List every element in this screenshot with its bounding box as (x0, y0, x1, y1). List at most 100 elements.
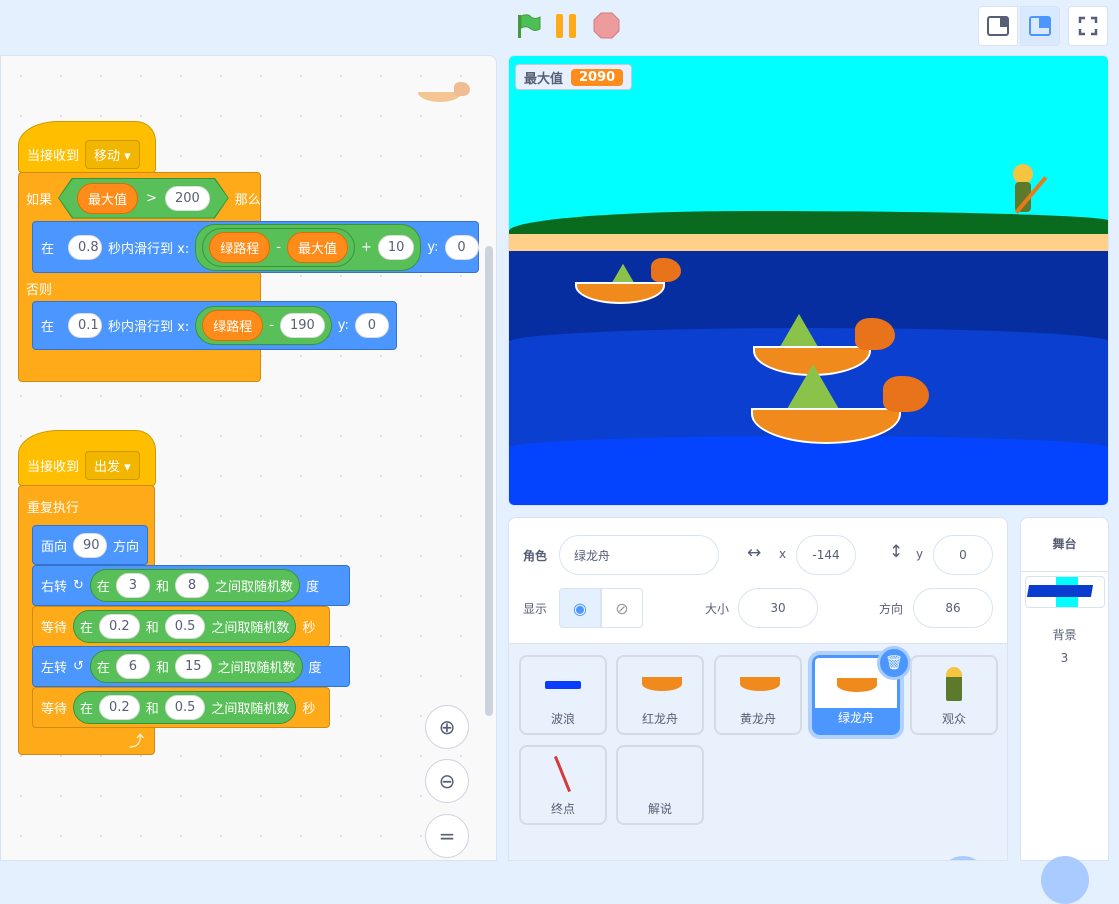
add-backdrop-button[interactable] (1041, 856, 1089, 904)
when-receive-hat-block[interactable]: 当接收到 移动 ▾ (18, 121, 156, 173)
x-input[interactable]: -144 (796, 535, 856, 575)
and-label: 和 (145, 702, 159, 717)
number-input[interactable]: 8 (174, 573, 209, 598)
loop-arrow-icon: ⤴ (129, 732, 145, 750)
seconds-input[interactable]: 0.1 (68, 313, 103, 338)
small-stage-button[interactable] (978, 6, 1018, 46)
stage-selector[interactable]: 舞台 背景 3 (1020, 517, 1109, 904)
zoom-out-button[interactable]: ⊖ (425, 759, 469, 803)
direction-input[interactable]: 86 (913, 588, 993, 628)
sprite-tile-red-boat[interactable]: 红龙舟 (616, 655, 704, 735)
variable-reporter[interactable]: 最大值 (77, 183, 138, 214)
sprite-pane: 角色 绿龙舟 ↔ x -144 ↕ y 0 显示 ◉ ⊘ 大小 30 方向 86… (508, 517, 1008, 861)
number-input[interactable]: 10 (377, 234, 415, 260)
sprite-tile-yellow-boat[interactable]: 黄龙舟 (714, 655, 802, 735)
sprite-tile-finish[interactable]: 终点 (519, 745, 607, 825)
seconds-input[interactable]: 0.8 (68, 234, 103, 260)
fullscreen-button[interactable] (1068, 6, 1108, 46)
sprite-info: 角色 绿龙舟 ↔ x -144 ↕ y 0 显示 ◉ ⊘ 大小 30 方向 86 (509, 518, 1007, 644)
number-input[interactable]: 200 (165, 186, 210, 211)
pause-button[interactable] (554, 13, 580, 39)
sprite-tile-spectator[interactable]: 观众 (910, 655, 998, 735)
unit-label: 度 (308, 661, 322, 676)
glide-block[interactable]: 在 0.8 秒内滑行到 x: 绿路程 - 最大值 + 10 y: 0 (32, 221, 479, 273)
y-input[interactable]: 0 (354, 313, 389, 338)
greater-than-operator[interactable]: 最大值 > 200 (58, 178, 229, 219)
glide-at-label: 在 (41, 320, 55, 335)
show-hidden-button[interactable]: ⊘ (601, 588, 643, 628)
number-input[interactable]: 0.2 (99, 614, 140, 639)
backdrops-label: 背景 (1052, 628, 1077, 642)
sprite-tile-commentary[interactable]: 解说 (616, 745, 704, 825)
number-input[interactable]: 3 (115, 573, 150, 598)
variable-reporter[interactable]: 绿路程 (202, 310, 264, 341)
zoom-in-button[interactable]: ⊕ (425, 705, 469, 749)
subtract-operator[interactable]: 绿路程 - 最大值 (202, 227, 355, 267)
add-operator[interactable]: 绿路程 - 最大值 + 10 (195, 223, 422, 271)
if-label: 如果 (26, 192, 53, 208)
zoom-reset-button[interactable]: = (425, 814, 469, 858)
glide-block[interactable]: 在 0.1 秒内滑行到 x: 绿路程 - 190 y: 0 (32, 301, 397, 350)
direction-input[interactable]: 90 (73, 532, 108, 558)
stop-button[interactable] (593, 12, 620, 39)
number-input[interactable]: 6 (115, 654, 150, 679)
x-value: -144 (812, 548, 840, 562)
then-label: 那么 (234, 192, 261, 208)
subtract-operator[interactable]: 绿路程 - 190 (195, 306, 332, 345)
wait-label: 等待 (41, 621, 68, 636)
add-sprite-button[interactable] (939, 856, 987, 860)
variable-monitor[interactable]: 最大值 2090 (515, 64, 633, 90)
wait-block[interactable]: 等待 在 0.2 和 0.5 之间取随机数 秒 (32, 687, 330, 728)
y-input[interactable]: 0 (444, 234, 479, 260)
sprite-watermark (414, 80, 472, 108)
sprite-tile-name: 终点 (550, 802, 575, 816)
show-visible-button[interactable]: ◉ (559, 588, 601, 628)
green-flag-button[interactable] (514, 12, 542, 40)
stage-canvas[interactable]: 最大值 2090 (508, 55, 1109, 506)
number-input[interactable]: 0.2 (99, 695, 140, 720)
point-direction-block[interactable]: 面向 90 方向 (32, 525, 148, 565)
number-input[interactable]: 190 (279, 313, 325, 338)
y-input[interactable]: 0 (933, 535, 993, 575)
sprite-tile-green-boat[interactable]: 绿龙舟 🗑 (812, 646, 911, 735)
sprite-tile-wave[interactable]: 波浪 (519, 655, 607, 735)
when-receive-hat-block[interactable]: 当接收到 出发 ▾ (18, 430, 156, 486)
message-dropdown[interactable]: 移动 ▾ (85, 139, 140, 169)
number-input[interactable]: 15 (174, 654, 212, 679)
and-label: 和 (145, 621, 159, 636)
spectator-sprite (1005, 162, 1048, 218)
wait-label: 等待 (41, 702, 68, 717)
code-workspace[interactable]: 当接收到 移动 ▾ 如果 最大值 > 200 那么 在 0.8 秒内滑行到 x:… (0, 55, 497, 861)
normal-stage-button[interactable] (1020, 6, 1060, 46)
random-operator[interactable]: 在 3 和 8 之间取随机数 (89, 569, 300, 602)
size-input[interactable]: 30 (738, 588, 818, 628)
y-label: y: (337, 318, 349, 333)
y-label: y (916, 547, 924, 561)
monitor-label: 最大值 (524, 71, 564, 87)
hat-label: 当接收到 (27, 148, 80, 164)
message-dropdown[interactable]: 出发 ▾ (85, 450, 140, 480)
turn-right-block[interactable]: 右转 ↻ 在 3 和 8 之间取随机数 度 (32, 565, 350, 606)
monitor-value: 2090 (571, 68, 624, 86)
sprite-name-input[interactable]: 绿龙舟 (559, 535, 719, 575)
variable-reporter[interactable]: 绿路程 (209, 231, 271, 263)
direction-suffix: 方向 (113, 539, 140, 555)
number-input[interactable]: 0.5 (164, 695, 206, 720)
glide-label: 秒内滑行到 x: (108, 241, 190, 257)
variable-reporter[interactable]: 最大值 (286, 231, 348, 263)
sprite-tile-name: 红龙舟 (641, 712, 678, 726)
delete-sprite-button[interactable]: 🗑 (877, 646, 911, 680)
x-label: x (779, 547, 787, 561)
wait-block[interactable]: 等待 在 0.2 和 0.5 之间取随机数 秒 (32, 606, 330, 647)
eye-icon: ◉ (573, 598, 587, 618)
point-label: 面向 (41, 539, 68, 555)
rotate-right-icon: ↻ (73, 578, 84, 593)
random-operator[interactable]: 在 0.2 和 0.5 之间取随机数 (73, 610, 297, 643)
turn-left-block[interactable]: 左转 ↺ 在 6 和 15 之间取随机数 度 (32, 646, 350, 687)
size-value: 30 (770, 601, 786, 615)
vertical-scrollbar[interactable] (485, 246, 493, 716)
random-label: 之间取随机数 (214, 580, 293, 595)
random-operator[interactable]: 在 6 和 15 之间取随机数 (89, 650, 303, 683)
number-input[interactable]: 0.5 (164, 614, 206, 639)
random-operator[interactable]: 在 0.2 和 0.5 之间取随机数 (73, 691, 297, 724)
